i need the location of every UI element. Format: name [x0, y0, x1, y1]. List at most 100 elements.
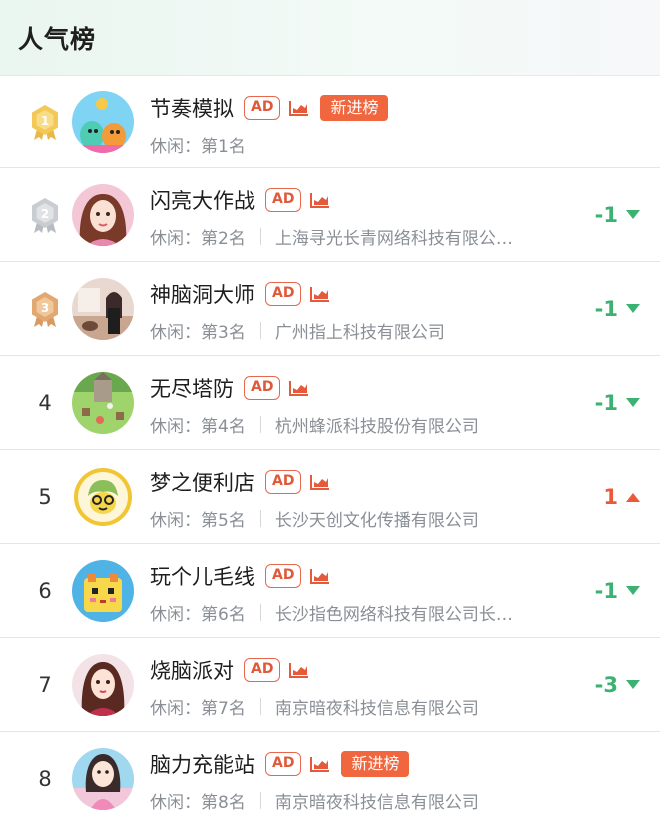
- ad-badge: AD: [265, 282, 302, 306]
- rank-change-value: -3: [594, 672, 618, 697]
- trend-chart-icon[interactable]: [280, 99, 310, 117]
- arrow-down-icon: [618, 303, 640, 314]
- rank-change: -1: [595, 203, 640, 227]
- divider: [259, 322, 261, 339]
- company-name: 南京暗夜科技信息有限公司: [274, 699, 479, 719]
- rank: 7: [26, 638, 64, 731]
- company-name: 上海寻光长青网络科技有限公…: [274, 229, 513, 249]
- name-line: 节奏模拟 AD 新进榜: [150, 93, 389, 123]
- trend-chart-icon[interactable]: [280, 379, 310, 397]
- divider: [259, 416, 261, 433]
- game-name[interactable]: 无尽塔防: [150, 373, 234, 403]
- list-item[interactable]: 3 神脑洞大师 AD 休闲： 第3名 广州指上科技有限公司 -1: [0, 262, 660, 356]
- list-item[interactable]: 2 闪亮大作战 AD 休闲： 第2名 上海寻光长青网络科技有限公… -1: [0, 168, 660, 262]
- rank-number: 6: [38, 578, 52, 603]
- category-label: 休闲：: [150, 699, 201, 719]
- list-item[interactable]: 7 烧脑派对 AD 休闲： 第7名 南京暗夜科技信息有限公司 -3: [0, 638, 660, 732]
- divider: [259, 698, 261, 715]
- rank: 4: [26, 356, 64, 449]
- rank-change-value: -1: [594, 202, 618, 227]
- trend-chart-icon[interactable]: [280, 661, 310, 679]
- game-avatar[interactable]: [72, 653, 134, 716]
- ad-badge: AD: [265, 752, 302, 776]
- rank: 3: [26, 262, 64, 355]
- arrow-down-icon: [618, 585, 640, 596]
- game-avatar[interactable]: [72, 90, 134, 153]
- game-name[interactable]: 神脑洞大师: [150, 279, 255, 309]
- list-item[interactable]: 4 无尽塔防 AD 休闲： 第4名 杭州蜂派科技股份有限公司 -1: [0, 356, 660, 450]
- rank-number: 8: [38, 766, 52, 791]
- rank-number: 5: [38, 484, 52, 509]
- arrow-down-icon: [618, 397, 640, 408]
- divider: [259, 604, 261, 621]
- header: 人气榜: [0, 0, 660, 76]
- category-rank: 第4名: [201, 417, 246, 437]
- list-item[interactable]: 6 玩个儿毛线 AD 休闲： 第6名 长沙指色网络科技有限公司长… -1: [0, 544, 660, 638]
- game-avatar[interactable]: [72, 183, 134, 246]
- meta-line: 休闲： 第1名: [150, 132, 246, 157]
- name-line: 烧脑派对 AD: [150, 655, 310, 685]
- category-label: 休闲：: [150, 229, 201, 249]
- silver-medal-icon: 2: [28, 196, 62, 234]
- rank-change-value: -1: [594, 578, 618, 603]
- rank-change: 1: [603, 485, 640, 509]
- game-avatar[interactable]: [72, 747, 134, 810]
- meta-line: 休闲： 第8名 南京暗夜科技信息有限公司: [150, 788, 479, 813]
- ad-badge: AD: [265, 188, 302, 212]
- trend-chart-icon[interactable]: [301, 191, 331, 209]
- category-label: 休闲：: [150, 605, 201, 625]
- game-avatar[interactable]: [72, 559, 134, 622]
- name-line: 闪亮大作战 AD: [150, 185, 331, 215]
- arrow-down-icon: [618, 679, 640, 690]
- trend-chart-icon[interactable]: [301, 755, 331, 773]
- trend-chart-icon[interactable]: [301, 285, 331, 303]
- rank-change: -1: [595, 297, 640, 321]
- name-line: 无尽塔防 AD: [150, 373, 310, 403]
- game-name[interactable]: 玩个儿毛线: [150, 561, 255, 591]
- category-rank: 第6名: [201, 605, 246, 625]
- company-name: 南京暗夜科技信息有限公司: [274, 793, 479, 813]
- new-entry-badge: 新进榜: [341, 751, 410, 777]
- rank-change: -3: [595, 673, 640, 697]
- gold-medal-icon: 1: [28, 103, 62, 141]
- meta-line: 休闲： 第5名 长沙天创文化传播有限公司: [150, 506, 479, 531]
- list-item[interactable]: 5 梦之便利店 AD 休闲： 第5名 长沙天创文化传播有限公司 1: [0, 450, 660, 544]
- ad-badge: AD: [265, 470, 302, 494]
- rank-change-value: 1: [603, 484, 618, 509]
- company-name: 长沙指色网络科技有限公司长…: [274, 605, 513, 625]
- divider: [259, 792, 261, 809]
- rank-change: -1: [595, 391, 640, 415]
- rank: 1: [26, 76, 64, 167]
- rank-change: -1: [595, 579, 640, 603]
- game-avatar[interactable]: [72, 371, 134, 434]
- meta-line: 休闲： 第7名 南京暗夜科技信息有限公司: [150, 694, 479, 719]
- rank: 8: [26, 732, 64, 825]
- svg-text:3: 3: [41, 301, 49, 315]
- rank-change-value: -1: [594, 296, 618, 321]
- rank-number: 7: [38, 672, 52, 697]
- category-label: 休闲：: [150, 793, 201, 813]
- trend-chart-icon[interactable]: [301, 567, 331, 585]
- game-name[interactable]: 梦之便利店: [150, 467, 255, 497]
- category-label: 休闲：: [150, 417, 201, 437]
- game-avatar[interactable]: [72, 465, 134, 528]
- game-name[interactable]: 节奏模拟: [150, 93, 234, 123]
- svg-text:2: 2: [41, 207, 49, 221]
- trend-chart-icon[interactable]: [301, 473, 331, 491]
- game-name[interactable]: 脑力充能站: [150, 749, 255, 779]
- category-rank: 第7名: [201, 699, 246, 719]
- game-name[interactable]: 烧脑派对: [150, 655, 234, 685]
- name-line: 玩个儿毛线 AD: [150, 561, 331, 591]
- name-line: 神脑洞大师 AD: [150, 279, 331, 309]
- svg-text:1: 1: [41, 114, 49, 128]
- list-item[interactable]: 1 节奏模拟 AD 新进榜休闲： 第1名: [0, 76, 660, 168]
- rank-number: 4: [38, 390, 52, 415]
- name-line: 梦之便利店 AD: [150, 467, 331, 497]
- rank: 2: [26, 168, 64, 261]
- ranking-list: 1 节奏模拟 AD 新进榜 休闲： 第1名 2 闪亮大作战 AD 休闲： 第2名 上海寻光长青网…: [0, 76, 660, 825]
- meta-line: 休闲： 第3名 广州指上科技有限公司: [150, 318, 445, 343]
- divider: [259, 228, 261, 245]
- list-item[interactable]: 8 脑力充能站 AD 新进榜休闲： 第8名 南京暗夜科技信息有限公司: [0, 732, 660, 825]
- game-avatar[interactable]: [72, 277, 134, 340]
- game-name[interactable]: 闪亮大作战: [150, 185, 255, 215]
